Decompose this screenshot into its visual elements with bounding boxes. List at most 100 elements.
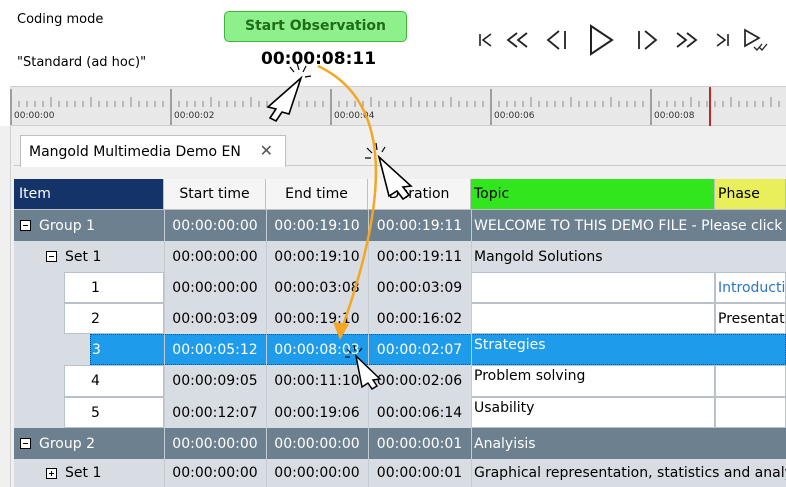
workspace: Mangold Multimedia Demo EN ✕ Item Start …	[0, 126, 786, 487]
phase-cell[interactable]	[715, 365, 786, 397]
topic-cell[interactable]	[471, 272, 715, 303]
tick-label: 00:00:06	[494, 111, 535, 121]
duration-cell: 00:00:06:14	[376, 404, 463, 421]
table-row-group[interactable]: Group 1 00:00:00:00 00:00:19:10 00:00:19…	[14, 210, 786, 241]
grid-line	[471, 210, 472, 487]
grid-line	[164, 210, 165, 487]
topic-cell[interactable]: Problem solving	[471, 365, 715, 397]
timeline-ruler[interactable]: 00:00:00 00:00:02 00:00:04 00:00:06 00:0…	[10, 86, 786, 127]
phase-cell[interactable]: Presentation	[715, 303, 786, 334]
column-header-end[interactable]: End time	[266, 179, 368, 210]
close-icon[interactable]: ✕	[260, 141, 273, 160]
coding-mode-label: Coding mode	[17, 12, 104, 27]
ruler-ticks	[10, 87, 780, 127]
topic-cell[interactable]: Graphical representation, statistics and…	[471, 459, 786, 487]
tick-label: 00:00:02	[174, 111, 215, 121]
row-label: 3	[92, 341, 101, 358]
end-cell: 00:00:08:03	[274, 341, 360, 358]
topic-cell[interactable]: Mangold Solutions	[471, 241, 786, 272]
tab-document[interactable]: Mangold Multimedia Demo EN ✕	[20, 135, 286, 167]
go-to-start-icon[interactable]	[474, 20, 498, 60]
row-label: 1	[64, 272, 164, 303]
play-icon[interactable]	[584, 20, 618, 60]
row-label: Group 2	[39, 435, 95, 452]
go-to-end-icon[interactable]	[710, 20, 734, 60]
table-row[interactable]: 5 00:00:12:07 00:00:19:06 00:00:06:14 Us…	[14, 397, 786, 428]
fast-rewind-icon[interactable]	[502, 20, 532, 60]
start-cell: 00:00:00:00	[164, 241, 266, 272]
table-row[interactable]: 1 00:00:00:00 00:00:03:08 00:00:03:09 In…	[14, 272, 786, 303]
topic-cell[interactable]: Strategies	[474, 334, 715, 365]
step-back-icon[interactable]	[542, 20, 572, 60]
table-row-group[interactable]: Group 2 00:00:00:00 00:00:00:00 00:00:00…	[14, 428, 786, 459]
duration-cell: 00:00:03:09	[368, 272, 471, 303]
row-label: 5	[64, 397, 164, 428]
indent	[14, 241, 42, 272]
start-cell: 00:00:00:00	[164, 272, 266, 303]
tab-bar: Mangold Multimedia Demo EN ✕	[14, 132, 786, 167]
tick-label: 00:00:08	[654, 111, 695, 121]
start-cell: 00:00:00:00	[172, 217, 258, 234]
grid-line	[368, 210, 369, 487]
fast-forward-icon[interactable]	[672, 20, 702, 60]
duration-cell: 00:00:19:11	[376, 217, 463, 234]
row-label: 2	[64, 303, 164, 334]
duration-cell: 00:00:19:11	[368, 241, 471, 272]
phase-cell[interactable]: Introduction	[715, 272, 786, 303]
duration-cell: 00:00:16:02	[376, 310, 463, 327]
end-cell: 00:00:03:08	[266, 272, 368, 303]
duration-cell: 00:00:02:06	[376, 373, 463, 389]
collapse-icon[interactable]	[20, 438, 31, 449]
tab-label: Mangold Multimedia Demo EN	[29, 143, 241, 160]
row-label: Set 1	[65, 465, 102, 481]
row-label: Set 1	[65, 248, 102, 265]
column-header-item[interactable]: Item	[14, 179, 164, 210]
step-forward-icon[interactable]	[632, 20, 662, 60]
topic-cell[interactable]: Analyisis	[474, 428, 786, 459]
expand-icon[interactable]	[46, 467, 57, 479]
column-header-start[interactable]: Start time	[164, 179, 266, 210]
table-row-set[interactable]: Set 1 00:00:00:00 00:00:00:00 00:00:00:0…	[14, 459, 786, 487]
end-cell: 00:00:19:10	[274, 310, 360, 327]
collapse-icon[interactable]	[20, 220, 31, 231]
table-row[interactable]: 4 00:00:09:05 00:00:11:10 00:00:02:06 Pr…	[14, 365, 786, 397]
column-header-phase[interactable]: Phase	[715, 179, 786, 210]
table-row-selected[interactable]: 3 00:00:05:12 00:00:08:03 00:00:02:07 St…	[14, 334, 786, 365]
grid-line	[266, 210, 267, 487]
end-cell: 00:00:19:06	[274, 404, 360, 421]
duration-cell: 00:00:00:01	[376, 435, 463, 452]
indent	[14, 459, 42, 487]
topic-cell[interactable]	[471, 303, 715, 334]
phase-cell[interactable]	[715, 397, 786, 428]
topic-cell[interactable]: Usability	[471, 397, 715, 428]
events-grid: Item Start time End time Duration Topic …	[14, 179, 786, 487]
start-observation-button[interactable]: Start Observation	[224, 11, 407, 42]
transport-controls	[470, 20, 786, 60]
start-cell: 00:00:00:00	[164, 459, 266, 487]
coding-mode-value[interactable]: "Standard (ad hoc)"	[17, 55, 146, 70]
topic-cell[interactable]: WELCOME TO THIS DEMO FILE - Please click…	[474, 210, 786, 241]
duration-cell: 00:00:00:01	[368, 459, 471, 487]
timecode-display: 00:00:08:11	[261, 49, 377, 69]
end-cell: 00:00:19:10	[266, 241, 368, 272]
column-header-topic[interactable]: Topic	[471, 179, 715, 210]
table-row[interactable]: 2 00:00:03:09 00:00:19:10 00:00:16:02 Pr…	[14, 303, 786, 334]
start-cell: 00:00:12:07	[172, 404, 258, 421]
row-label: Group 1	[39, 217, 95, 234]
start-cell: 00:00:05:12	[172, 341, 258, 358]
duration-cell: 00:00:02:07	[376, 341, 463, 358]
play-to-marker-icon[interactable]	[740, 20, 770, 60]
end-cell: 00:00:00:00	[274, 435, 360, 452]
column-header-duration[interactable]: Duration	[368, 179, 471, 210]
tick-label: 00:00:00	[14, 111, 55, 121]
table-row-set[interactable]: Set 1 00:00:00:00 00:00:19:10 00:00:19:1…	[14, 241, 786, 272]
tick-label: 00:00:04	[334, 111, 375, 121]
end-cell: 00:00:19:10	[274, 217, 360, 234]
end-cell: 00:00:11:10	[274, 373, 360, 389]
start-cell: 00:00:09:05	[172, 373, 258, 389]
end-cell: 00:00:00:00	[266, 459, 368, 487]
start-cell: 00:00:03:09	[172, 310, 258, 327]
collapse-icon[interactable]	[46, 251, 57, 262]
row-label: 4	[64, 365, 164, 397]
header: Coding mode "Standard (ad hoc)" Start Ob…	[0, 0, 786, 86]
